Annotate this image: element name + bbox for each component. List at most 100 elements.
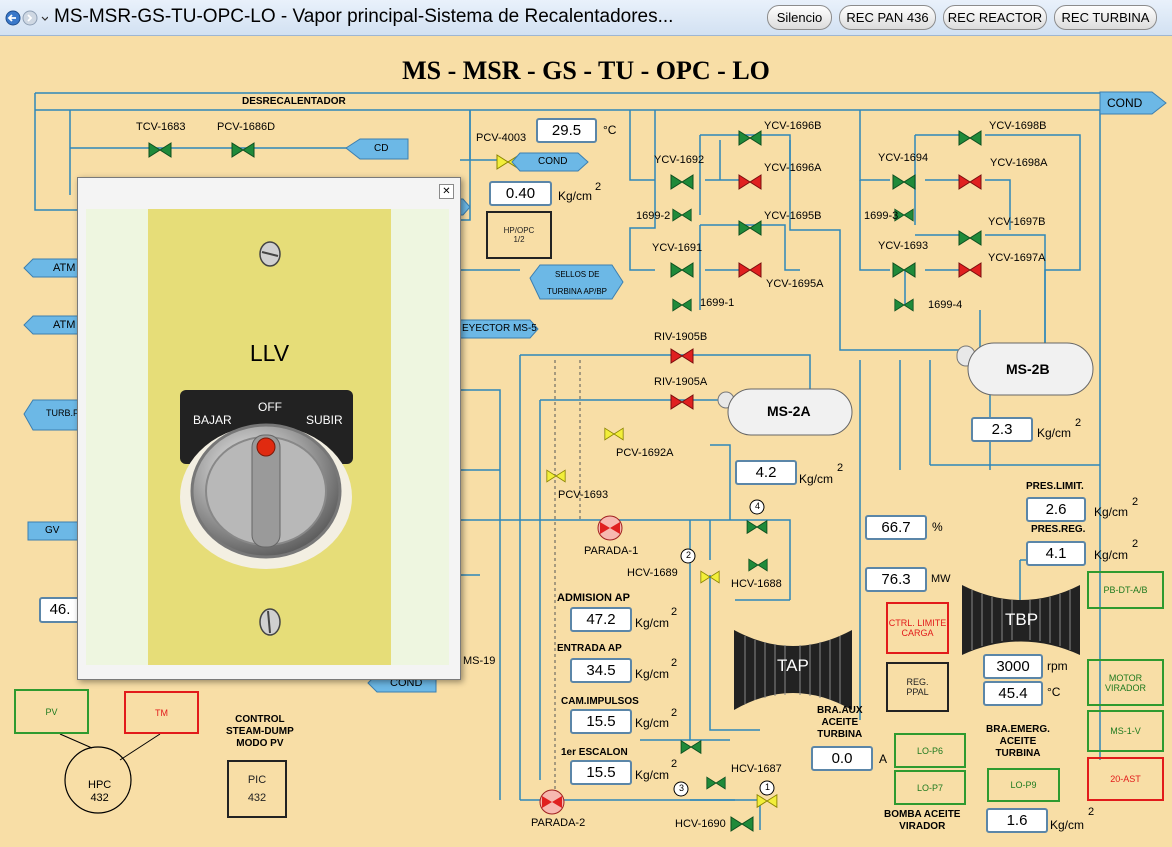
ast-box[interactable]: 20-AST bbox=[1087, 757, 1164, 801]
pcv4003-label: PCV-4003 bbox=[476, 132, 527, 144]
gv-label: GV bbox=[45, 525, 60, 536]
ycv1693-label: YCV-1693 bbox=[878, 240, 929, 252]
llv-panel-plate: LLV BAJAR OFF SUBIR bbox=[86, 209, 449, 665]
rec-reactor-button[interactable]: REC REACTOR bbox=[943, 5, 1047, 30]
pres-reg-label: PRES.REG. bbox=[1031, 524, 1086, 535]
circle-4-label: 4 bbox=[755, 501, 761, 511]
cond-top-label: COND bbox=[1107, 96, 1143, 110]
v1699-2-label: 1699-2 bbox=[636, 210, 671, 222]
bra-emerg-line1: BRA.EMERG. bbox=[986, 724, 1050, 735]
riv1905a-label: RIV-1905A bbox=[654, 376, 708, 388]
cam-unit: Kg/cm bbox=[635, 716, 670, 730]
motor-line1: MOTOR bbox=[1108, 672, 1143, 683]
reg-ppal-box[interactable]: REG. PPAL bbox=[886, 662, 949, 712]
bottom-screw-icon bbox=[259, 608, 281, 636]
pv-box[interactable]: PV bbox=[14, 689, 89, 734]
atm2-label: ATM bbox=[53, 319, 76, 331]
window-nav-icons[interactable] bbox=[4, 9, 48, 27]
hcv1689-label: HCV-1689 bbox=[627, 567, 678, 579]
temp-29-5-value: 29.5 bbox=[536, 118, 597, 143]
ctrl-limite-box[interactable]: CTRL. LIMITE CARGA bbox=[886, 602, 949, 654]
turb-label: TURB.F bbox=[46, 408, 79, 418]
tm-box[interactable]: TM bbox=[124, 691, 199, 734]
riv1905b-label: RIV-1905B bbox=[654, 331, 708, 343]
bra-aux-line3: TURBINA bbox=[817, 729, 863, 740]
rpm-unit: rpm bbox=[1047, 659, 1068, 673]
silencio-button[interactable]: Silencio bbox=[767, 5, 832, 30]
pres-reg-sup: 2 bbox=[1132, 538, 1139, 550]
ms1v-box[interactable]: MS-1-V bbox=[1087, 710, 1164, 752]
press-4-2-value: 4.2 bbox=[735, 460, 797, 485]
ycv1691-label: YCV-1691 bbox=[652, 242, 703, 254]
pres-limit-label: PRES.LIMIT. bbox=[1026, 481, 1084, 492]
pres-reg-unit: Kg/cm bbox=[1094, 548, 1129, 562]
temp-unit: °C bbox=[603, 123, 617, 137]
close-icon[interactable]: ✕ bbox=[439, 184, 454, 199]
tap-label: TAP bbox=[777, 656, 809, 675]
pb-dt-box[interactable]: PB-DT-A/B bbox=[1087, 571, 1164, 609]
ms2a-label: MS-2A bbox=[767, 403, 811, 419]
pcv1692a-label: PCV-1692A bbox=[616, 447, 674, 459]
bra-aux-label: BRA.AUX ACEITE TURBINA bbox=[817, 705, 863, 741]
hpc-label: HPC 432 bbox=[88, 779, 111, 805]
pic-line1: PIC bbox=[247, 774, 267, 786]
left-partial-value: 46. bbox=[39, 597, 81, 623]
lo-press-unit: Kg/cm bbox=[1050, 818, 1085, 832]
bomba-line2: VIRADOR bbox=[899, 821, 946, 832]
v1699-3-label: 1699-3 bbox=[864, 210, 899, 222]
rec-pan-436-button[interactable]: REC PAN 436 bbox=[839, 5, 936, 30]
tcv1683-label: TCV-1683 bbox=[136, 121, 186, 133]
ycv1698b-label: YCV-1698B bbox=[989, 120, 1047, 132]
desrecalentador-label: DESRECALENTADOR bbox=[242, 96, 346, 107]
lo-p7-box[interactable]: LO-P7 bbox=[894, 770, 966, 805]
pic-432-box[interactable]: PIC 432 bbox=[227, 760, 287, 818]
ycv1697b-label: YCV-1697B bbox=[988, 216, 1046, 228]
motor-virador-box[interactable]: MOTOR VIRADOR bbox=[1087, 659, 1164, 706]
entrada-value: 34.5 bbox=[570, 658, 632, 683]
bomba-label: BOMBA ACEITE VIRADOR bbox=[884, 809, 960, 833]
ycv1695a-label: YCV-1695A bbox=[766, 278, 824, 290]
eyector-label: EYECTOR MS-5 bbox=[462, 323, 537, 334]
cam-value: 15.5 bbox=[570, 709, 632, 734]
reg-ppal-line2: PPAL bbox=[906, 687, 929, 697]
llv-yellow-panel: LLV BAJAR OFF SUBIR bbox=[148, 209, 391, 665]
lo-press-value: 1.6 bbox=[986, 808, 1048, 833]
bra-emerg-label: BRA.EMERG. ACEITE TURBINA bbox=[986, 724, 1050, 760]
pres-limit-sup: 2 bbox=[1132, 496, 1139, 508]
bra-aux-line2: ACEITE bbox=[821, 717, 859, 728]
rotary-selector-switch[interactable] bbox=[178, 421, 354, 571]
ycv1692-label: YCV-1692 bbox=[654, 154, 705, 166]
press-4-2-sup: 2 bbox=[837, 462, 844, 474]
ycv1697a-label: YCV-1697A bbox=[988, 252, 1046, 264]
circle-3-label: 3 bbox=[679, 783, 685, 793]
rec-turbina-button[interactable]: REC TURBINA bbox=[1054, 5, 1157, 30]
admision-value: 47.2 bbox=[570, 607, 632, 632]
control-line1: CONTROL bbox=[235, 714, 285, 725]
pres-reg-value: 4.1 bbox=[1026, 541, 1086, 566]
lo-p6-box[interactable]: LO-P6 bbox=[894, 733, 966, 768]
pres-limit-unit: Kg/cm bbox=[1094, 505, 1129, 519]
parada1-label: PARADA-1 bbox=[584, 545, 639, 557]
aux-current-value: 0.0 bbox=[811, 746, 873, 771]
hpc-line1: HPC bbox=[88, 779, 112, 791]
ms2b-label: MS-2B bbox=[1006, 361, 1050, 377]
lo-p9-box[interactable]: LO-P9 bbox=[987, 768, 1060, 802]
cond-small-label: COND bbox=[538, 156, 568, 167]
entrada-label: ENTRADA AP bbox=[557, 643, 622, 654]
off-label: OFF bbox=[258, 400, 282, 414]
hcv1688-label: HCV-1688 bbox=[731, 578, 782, 590]
escalon-label: 1er ESCALON bbox=[561, 747, 628, 758]
press-0-40-unit: Kg/cm bbox=[558, 189, 593, 203]
cam-sup: 2 bbox=[671, 707, 678, 719]
llv-popup-window: ✕ LLV BAJAR OFF SUBIR bbox=[77, 177, 461, 680]
reg-ppal-line1: REG. bbox=[906, 677, 929, 687]
press-2-3-value: 2.3 bbox=[971, 417, 1033, 442]
pcv1686d-label: PCV-1686D bbox=[217, 121, 276, 133]
control-line3: MODO PV bbox=[236, 738, 284, 749]
percent-unit: % bbox=[932, 520, 943, 534]
rpm-value: 3000 bbox=[983, 654, 1043, 679]
admision-unit: Kg/cm bbox=[635, 616, 670, 630]
hp-opc-line2: 1/2 bbox=[513, 235, 525, 244]
pic-line2: 432 bbox=[247, 792, 267, 804]
bra-emerg-line3: TURBINA bbox=[995, 748, 1041, 759]
